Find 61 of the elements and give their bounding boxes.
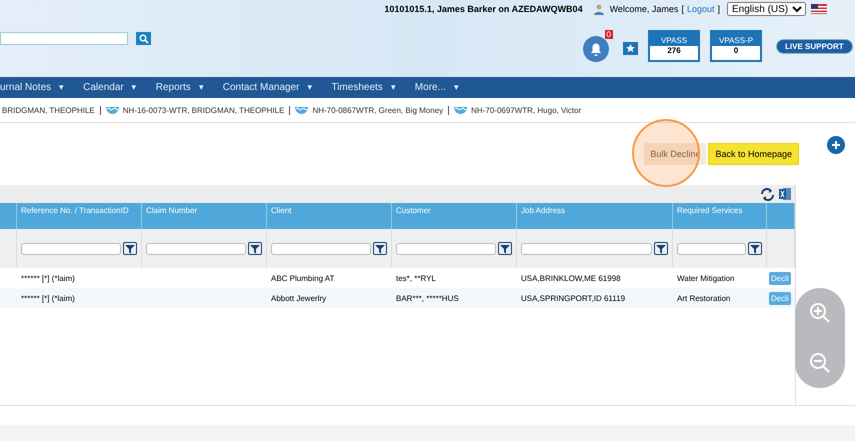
- filter-button[interactable]: [248, 242, 262, 255]
- caret-icon[interactable]: ▾: [132, 82, 137, 92]
- nav-menu-item[interactable]: More...: [414, 82, 446, 93]
- bell-icon[interactable]: [583, 36, 609, 62]
- bracket: ]: [717, 4, 720, 14]
- caret-icon[interactable]: ▾: [198, 82, 204, 92]
- live-support-button[interactable]: LIVE SUPPORT: [776, 38, 853, 54]
- bracket: [: [681, 4, 684, 14]
- filter-field[interactable]: [677, 242, 746, 254]
- filter-field[interactable]: [521, 242, 652, 254]
- table-cell: tes*, **RYL: [396, 274, 436, 282]
- flag-icon: [811, 4, 827, 14]
- water-drop-icon: [454, 106, 468, 114]
- add-button[interactable]: [827, 136, 845, 156]
- filter-button[interactable]: [373, 242, 387, 255]
- caret-icon[interactable]: ▾: [390, 82, 396, 92]
- filter-button[interactable]: [748, 242, 762, 255]
- table-cell: USA,SPRINGPORT,ID 61119: [521, 294, 626, 302]
- star-icon[interactable]: [623, 42, 638, 54]
- vpass-badge[interactable]: VPASS 276: [648, 30, 700, 62]
- filter-button[interactable]: [498, 242, 512, 255]
- nav-menu-item[interactable]: urnal Notes: [0, 82, 52, 93]
- water-drop-icon: [106, 106, 119, 114]
- table-cell: BAR***, *****HUS: [396, 294, 459, 302]
- recent-record-tab[interactable]: BRIDGMAN, THEOPHILE: [0, 106, 101, 114]
- nav-menu-item[interactable]: Contact Manager: [222, 82, 300, 93]
- recent-record-tab[interactable]: NH-16-0073-WTR, BRIDGMAN, THEOPHILE: [100, 106, 290, 114]
- table-cell: ****** [*] (*laim): [21, 294, 75, 302]
- caret-icon[interactable]: ▾: [454, 82, 459, 92]
- table-cell: Water Mitigation: [677, 274, 734, 282]
- language-select[interactable]: English (US): [727, 2, 806, 16]
- filter-field[interactable]: [146, 242, 246, 254]
- filter-button[interactable]: [654, 242, 668, 255]
- recent-record-tab[interactable]: NH-70-0697WTR, Hugo, Victor: [449, 106, 586, 114]
- recent-record-tab[interactable]: NH-70-0867WTR, Green, Big Money: [290, 106, 450, 114]
- vpass-badge[interactable]: VPASS-P 0: [710, 30, 762, 62]
- notification-badge: 0: [604, 30, 613, 39]
- filter-field[interactable]: [396, 242, 496, 254]
- table-cell: ABC Plumbing AT: [271, 274, 334, 282]
- search-field[interactable]: [0, 32, 128, 45]
- logout-link[interactable]: Logout: [686, 4, 714, 14]
- user-icon: [594, 4, 604, 14]
- back-to-homepage-button[interactable]: Back to Homepage: [708, 143, 799, 165]
- nav-menu-item[interactable]: Calendar: [83, 82, 124, 93]
- filter-field[interactable]: [271, 242, 371, 254]
- filter-button[interactable]: [123, 242, 137, 255]
- refresh-icon[interactable]: [760, 188, 775, 200]
- session-info: 10101015.1, James Barker on AZEDAWQWB04: [384, 4, 583, 14]
- table-cell: Abbott Jewerlry: [271, 294, 326, 302]
- water-drop-icon: [295, 106, 308, 114]
- table-cell: Art Restoration: [677, 294, 730, 302]
- search-button[interactable]: [136, 32, 151, 45]
- table-cell: USA,BRINKLOW,ME 61998: [521, 274, 621, 282]
- caret-icon[interactable]: ▾: [59, 82, 64, 92]
- table-cell: ****** [*] (*laim): [21, 274, 75, 282]
- filter-field[interactable]: [21, 242, 121, 254]
- caret-icon[interactable]: ▾: [307, 82, 312, 92]
- excel-export-icon[interactable]: [779, 188, 791, 200]
- nav-menu-item[interactable]: Reports: [156, 82, 191, 93]
- nav-menu-item[interactable]: Timesheets: [331, 82, 383, 93]
- welcome-text: Welcome, James: [610, 4, 678, 14]
